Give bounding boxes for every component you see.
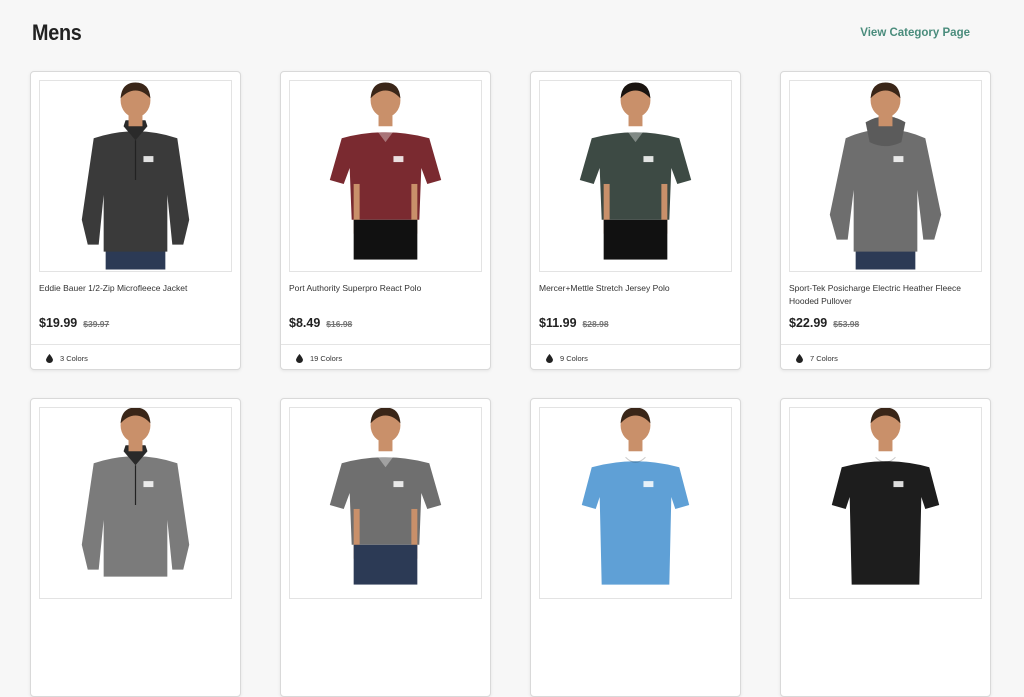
- original-price: $28.98: [582, 319, 609, 329]
- sale-price: $8.49: [289, 316, 321, 330]
- product-card[interactable]: [280, 398, 491, 697]
- price-group: $19.99 $39.97: [39, 316, 109, 330]
- sale-price: $22.99: [789, 316, 828, 330]
- product-image[interactable]: [39, 407, 232, 599]
- product-card[interactable]: Sport-Tek Posicharge Electric Heather Fl…: [780, 71, 991, 370]
- product-card[interactable]: [30, 398, 241, 697]
- color-count-label: 3 Colors: [60, 353, 88, 363]
- color-drop-icon: [546, 353, 553, 363]
- sale-price: $11.99: [539, 316, 577, 330]
- sale-price: $19.99: [39, 316, 78, 330]
- model-figure: [540, 81, 731, 271]
- model-figure: [40, 81, 231, 271]
- model-figure: [290, 408, 481, 598]
- color-drop-icon: [46, 353, 53, 363]
- color-count[interactable]: 3 Colors: [31, 344, 240, 369]
- model-figure: [290, 81, 481, 271]
- product-card[interactable]: Port Authority Superpro React Polo $8.49 $…: [280, 71, 491, 370]
- original-price: $39.97: [83, 319, 110, 329]
- price-group: $22.99 $53.98: [789, 316, 859, 330]
- color-count-label: 9 Colors: [560, 353, 588, 363]
- model-figure: [790, 81, 981, 271]
- color-count-label: 19 Colors: [310, 353, 343, 363]
- section-title: Mens: [32, 20, 82, 45]
- model-figure: [540, 408, 731, 598]
- product-card[interactable]: Eddie Bauer 1/2-Zip Microfleece Jacket $1…: [30, 71, 241, 370]
- color-drop-icon: [296, 353, 303, 363]
- product-image[interactable]: [39, 80, 232, 272]
- color-count[interactable]: 7 Colors: [781, 344, 990, 369]
- color-drop-icon: [796, 353, 803, 363]
- color-count-label: 7 Colors: [810, 353, 838, 363]
- product-image[interactable]: [289, 407, 482, 599]
- product-name[interactable]: Port Authority Superpro React Polo: [289, 282, 484, 295]
- model-figure: [40, 408, 231, 598]
- price-group: $11.99 $28.98: [539, 316, 609, 330]
- product-image[interactable]: [539, 80, 732, 272]
- product-card[interactable]: [530, 398, 741, 697]
- product-name[interactable]: Eddie Bauer 1/2-Zip Microfleece Jacket: [39, 282, 234, 295]
- original-price: $53.98: [833, 319, 860, 329]
- product-image[interactable]: [539, 407, 732, 599]
- original-price: $16.98: [326, 319, 353, 329]
- section-header: Mens View Category Page: [32, 20, 972, 46]
- view-category-page-link[interactable]: View Category Page: [860, 27, 970, 39]
- model-figure: [790, 408, 981, 598]
- price-group: $8.49 $16.98: [289, 316, 352, 330]
- product-card[interactable]: Mercer+Mettle Stretch Jersey Polo $11.99 $…: [530, 71, 741, 370]
- product-image[interactable]: [289, 80, 482, 272]
- product-name[interactable]: Sport-Tek Posicharge Electric Heather Fl…: [789, 282, 984, 308]
- product-name[interactable]: Mercer+Mettle Stretch Jersey Polo: [539, 282, 734, 295]
- product-grid: Eddie Bauer 1/2-Zip Microfleece Jacket $1…: [30, 71, 992, 697]
- product-card[interactable]: [780, 398, 991, 697]
- color-count[interactable]: 19 Colors: [281, 344, 490, 369]
- product-image[interactable]: [789, 407, 982, 599]
- color-count[interactable]: 9 Colors: [531, 344, 740, 369]
- product-image[interactable]: [789, 80, 982, 272]
